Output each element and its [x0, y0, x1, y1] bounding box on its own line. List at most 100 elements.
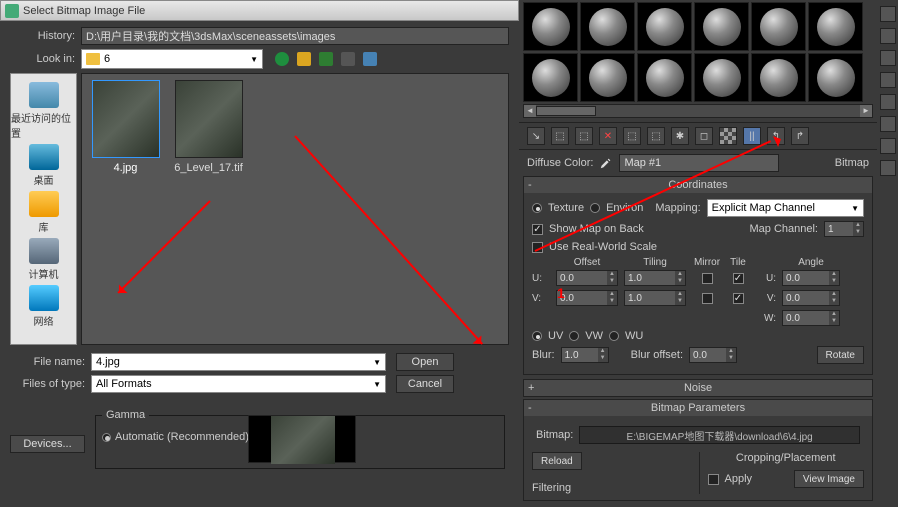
uv-radio[interactable]: [532, 331, 542, 341]
put-to-library-icon[interactable]: ✱: [671, 127, 689, 145]
material-slot[interactable]: [694, 2, 749, 51]
blur-spinner[interactable]: 1.0▲▼: [561, 347, 609, 363]
backlight-icon[interactable]: [880, 28, 896, 44]
place-desktop[interactable]: 桌面: [29, 144, 59, 187]
u-angle-spinner[interactable]: 0.0▲▼: [782, 270, 840, 286]
open-button[interactable]: Open: [396, 353, 454, 371]
background-icon[interactable]: [880, 50, 896, 66]
u-offset-spinner[interactable]: 0.0▲▼: [556, 270, 618, 286]
map-type-label[interactable]: Bitmap: [835, 157, 869, 169]
scroll-thumb[interactable]: [536, 106, 596, 116]
go-forward-icon[interactable]: ↱: [791, 127, 809, 145]
bitmap-path-button[interactable]: E:\BIGEMAP地图下载器\download\6\4.jpg: [579, 426, 860, 444]
w-angle-spinner[interactable]: 0.0▲▼: [782, 310, 840, 326]
v-mirror-checkbox[interactable]: [702, 293, 713, 304]
up-icon[interactable]: [297, 52, 311, 66]
material-slot[interactable]: [580, 2, 635, 51]
cancel-button[interactable]: Cancel: [396, 375, 454, 393]
u-tiling-spinner[interactable]: 1.0▲▼: [624, 270, 686, 286]
material-slot[interactable]: [751, 2, 806, 51]
environ-radio[interactable]: [590, 203, 600, 213]
sample-type-icon[interactable]: [880, 6, 896, 22]
make-copy-icon[interactable]: ⬚: [623, 127, 641, 145]
scroll-left-icon[interactable]: ◄: [524, 105, 536, 117]
material-slot[interactable]: [523, 53, 578, 102]
options-icon[interactable]: [880, 138, 896, 154]
material-slot[interactable]: [694, 53, 749, 102]
new-folder-icon[interactable]: [319, 52, 333, 66]
show-map-icon[interactable]: [719, 127, 737, 145]
history-input[interactable]: [81, 27, 509, 45]
vw-radio[interactable]: [569, 331, 579, 341]
material-slot[interactable]: [523, 2, 578, 51]
view-image-button[interactable]: View Image: [794, 470, 864, 488]
texture-radio[interactable]: [532, 203, 542, 213]
material-slot[interactable]: [637, 2, 692, 51]
bitmap-params-rollout-header[interactable]: - Bitmap Parameters: [524, 400, 872, 416]
material-slot[interactable]: [808, 53, 863, 102]
eyedropper-icon[interactable]: [599, 156, 613, 170]
u-tile-checkbox[interactable]: [733, 273, 744, 284]
mapping-dropdown[interactable]: Explicit Map Channel ▼: [707, 199, 864, 217]
reload-button[interactable]: Reload: [532, 452, 582, 470]
sample-uv-icon[interactable]: [880, 72, 896, 88]
view-menu-icon[interactable]: [341, 52, 355, 66]
v-tiling-spinner[interactable]: 1.0▲▼: [624, 290, 686, 306]
place-libraries[interactable]: 库: [29, 191, 59, 234]
show-map-checkbox[interactable]: [532, 224, 543, 235]
folder-icon: [86, 53, 100, 65]
v-tile-checkbox[interactable]: [733, 293, 744, 304]
apply-checkbox[interactable]: [708, 474, 719, 485]
chevron-down-icon: ▼: [250, 55, 258, 64]
history-label: History:: [10, 30, 75, 42]
noise-rollout-header[interactable]: + Noise: [524, 380, 872, 396]
collapse-icon: -: [528, 179, 532, 191]
get-material-icon[interactable]: ↘: [527, 127, 545, 145]
file-name: 6_Level_17.tif: [174, 162, 243, 174]
file-thumbnail: [175, 80, 243, 158]
file-item[interactable]: 4.jpg: [88, 80, 163, 174]
rotate-button[interactable]: Rotate: [817, 346, 864, 364]
horizontal-scrollbar[interactable]: ◄ ►: [523, 104, 873, 118]
map-channel-spinner[interactable]: 1▲▼: [824, 221, 864, 237]
assign-icon[interactable]: ⬚: [575, 127, 593, 145]
filetype-dropdown[interactable]: All Formats ▼: [91, 375, 386, 393]
v-angle-spinner[interactable]: 0.0▲▼: [782, 290, 840, 306]
delete-icon[interactable]: ✕: [599, 127, 617, 145]
coordinates-rollout-header[interactable]: - Coordinates: [524, 177, 872, 193]
u-mirror-checkbox[interactable]: [702, 273, 713, 284]
devices-button[interactable]: Devices...: [10, 435, 85, 453]
map-name-input[interactable]: Map #1: [619, 154, 779, 172]
material-slot[interactable]: [808, 2, 863, 51]
gamma-auto-label: Automatic (Recommended): [115, 431, 249, 443]
place-computer[interactable]: 计算机: [29, 238, 59, 281]
file-item[interactable]: 6_Level_17.tif: [171, 80, 246, 174]
gamma-auto-radio[interactable]: [102, 433, 111, 442]
material-slot[interactable]: [637, 53, 692, 102]
put-to-scene-icon[interactable]: ⬚: [551, 127, 569, 145]
show-end-result-icon[interactable]: ||: [743, 127, 761, 145]
v-offset-spinner[interactable]: 0.0▲▼: [556, 290, 618, 306]
scroll-right-icon[interactable]: ►: [860, 105, 872, 117]
material-id-icon[interactable]: ◻: [695, 127, 713, 145]
lookin-dropdown[interactable]: 6 ▼: [81, 49, 263, 69]
material-slot[interactable]: [751, 53, 806, 102]
back-icon[interactable]: [275, 52, 289, 66]
make-unique-icon[interactable]: ⬚: [647, 127, 665, 145]
file-thumbnail: [92, 80, 160, 158]
place-network[interactable]: 网络: [29, 285, 59, 328]
select-by-material-icon[interactable]: [880, 160, 896, 176]
filename-input[interactable]: 4.jpg ▼: [91, 353, 386, 371]
make-preview-icon[interactable]: [880, 116, 896, 132]
expand-icon: +: [528, 382, 534, 394]
blur-offset-spinner[interactable]: 0.0▲▼: [689, 347, 737, 363]
diffuse-color-label: Diffuse Color:: [527, 157, 593, 169]
place-recent[interactable]: 最近访问的位置: [11, 82, 76, 140]
material-preview-grid[interactable]: [519, 0, 877, 104]
grid-view-icon[interactable]: [363, 52, 377, 66]
material-slot[interactable]: [580, 53, 635, 102]
chevron-down-icon: ▼: [373, 380, 381, 389]
gamma-title: Gamma: [102, 409, 149, 421]
wu-radio[interactable]: [609, 331, 619, 341]
video-check-icon[interactable]: [880, 94, 896, 110]
